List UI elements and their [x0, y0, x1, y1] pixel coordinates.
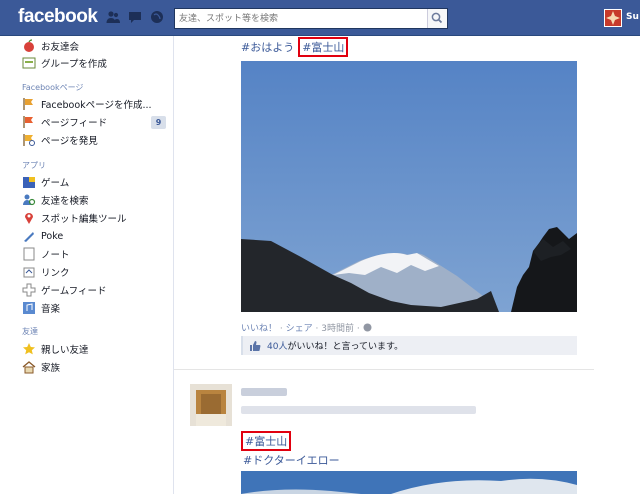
sidebar-item-label: スポット編集ツール [41, 214, 127, 225]
page-feed-icon [23, 116, 33, 128]
search-icon [431, 12, 443, 24]
place-editor-icon [25, 213, 33, 224]
find-friends-icon [23, 194, 36, 206]
sidebar-item-music[interactable]: 音楽 [22, 300, 172, 316]
sidebar-item-label: ページを発見 [41, 136, 98, 147]
sidebar-item-notes[interactable]: ノート [22, 246, 172, 262]
sidebar-item-find-friends[interactable]: 友達を検索 [22, 192, 172, 208]
post1-hashtags: #おはよう #富士山 [241, 37, 349, 57]
sidebar-item-label: ノート [41, 250, 70, 261]
poke-icon [24, 232, 34, 242]
sidebar-item-label: ゲームフィード [41, 286, 107, 297]
post1-photo-mount-fuji[interactable] [241, 61, 577, 312]
search-input[interactable] [175, 9, 425, 28]
sidebar-item-create-page[interactable]: Facebookページを作成... [22, 96, 172, 112]
sidebar-item-family[interactable]: 家族 [22, 359, 172, 375]
public-globe-icon[interactable] [363, 323, 372, 332]
sidebar-item-label: 家族 [41, 363, 61, 374]
hashtag-link[interactable]: #おはよう [241, 41, 294, 54]
game-icon [23, 177, 35, 188]
sidebar-item-label: 友達を検索 [41, 196, 89, 207]
notifications-globe-icon[interactable] [150, 10, 164, 24]
likes-text: がいいね！と言っています。 [287, 342, 404, 352]
note-icon [23, 247, 35, 261]
sidebar-heading-pages: Facebookページ [22, 83, 84, 92]
page-feed-count-badge: 9 [151, 116, 166, 129]
share-link[interactable]: シェア [286, 324, 313, 334]
sidebar-item-label: ゲーム [41, 178, 70, 189]
post1-meta: いいね！ · シェア · 3時間前 · [241, 321, 372, 334]
sidebar-item-links[interactable]: リンク [22, 264, 172, 280]
page-discover-icon [23, 134, 35, 146]
game-feed-icon [22, 283, 36, 297]
post2-photo[interactable] [241, 471, 577, 494]
page-create-icon [23, 98, 33, 110]
sidebar-item-label: グループを作成 [41, 59, 107, 70]
mount-fuji-photo [241, 61, 577, 312]
sidebar-item-game-feed[interactable]: ゲームフィード [22, 282, 172, 298]
sidebar-item-label: ページフィード [41, 118, 108, 129]
search-box [174, 8, 448, 29]
feed-divider [174, 369, 594, 370]
sidebar-item-label: 音楽 [41, 304, 61, 315]
sidebar-item-close-friends[interactable]: 親しい友達 [22, 341, 172, 357]
post2-author-avatar[interactable] [190, 384, 232, 426]
sidebar-item-label: お友達会 [41, 42, 80, 53]
apple-icon [24, 39, 34, 52]
search-button[interactable] [427, 9, 447, 28]
post1-likes-bar: 40人 がいいね！と言っています。 [241, 336, 577, 355]
sidebar-item-label: Facebookページを作成... [41, 100, 152, 111]
sidebar-item-create-group[interactable]: グループを作成 [22, 55, 172, 71]
star-icon [23, 343, 35, 355]
sidebar-item-place-editor[interactable]: スポット編集ツール [22, 210, 172, 226]
sidebar-item-label: リンク [41, 268, 70, 279]
sidebar-item-label: Poke [41, 230, 64, 242]
sidebar-heading-apps: アプリ [22, 161, 46, 170]
hashtag-link[interactable]: #ドクターイエロー [243, 452, 340, 468]
sidebar-item-discover-pages[interactable]: ページを発見 [22, 132, 172, 148]
highlighted-hashtag-link[interactable]: #富士山 [298, 37, 349, 57]
sidebar-item-poke[interactable]: Poke [22, 228, 172, 244]
post-timestamp[interactable]: 3時間前 [321, 324, 354, 334]
sidebar-item-close-friends-group[interactable]: お友達会 [22, 38, 172, 54]
user-name-link[interactable]: Su [626, 12, 639, 22]
highlighted-hashtag-link[interactable]: #富士山 [241, 431, 292, 451]
user-avatar[interactable] [604, 9, 622, 27]
friend-requests-icon[interactable] [106, 10, 120, 24]
sidebar-item-games[interactable]: ゲーム [22, 174, 172, 190]
facebook-logo[interactable]: facebook [18, 6, 98, 28]
music-icon [23, 302, 35, 314]
sidebar-heading-friends: 友達 [22, 327, 38, 336]
home-icon [22, 361, 36, 374]
sidebar-item-page-feed[interactable]: ページフィード [22, 114, 172, 130]
thumbs-up-icon [250, 340, 261, 351]
likes-count-link[interactable]: 40人 [267, 339, 287, 352]
messages-icon[interactable] [128, 10, 142, 24]
sidebar-item-label: 親しい友達 [41, 345, 89, 356]
post2-author-name-blurred[interactable] [241, 388, 287, 396]
link-icon [23, 267, 35, 278]
group-icon [22, 57, 36, 69]
top-navigation-bar: facebook Su [0, 0, 640, 36]
like-link[interactable]: いいね！ [241, 324, 277, 334]
post2-text-blurred [241, 406, 476, 414]
